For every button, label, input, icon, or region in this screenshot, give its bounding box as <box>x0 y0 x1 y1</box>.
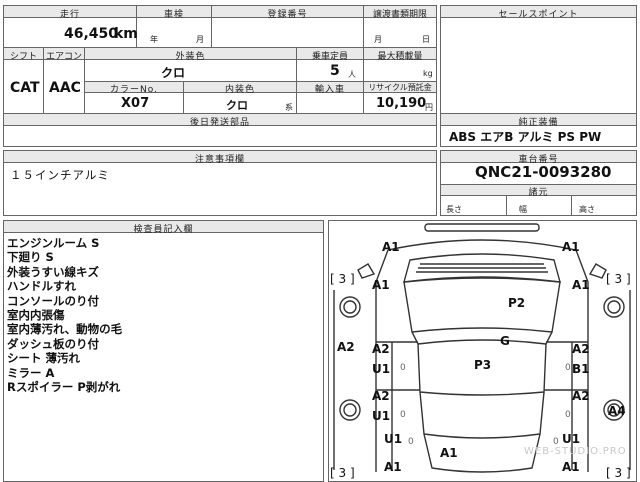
damage-mark: B1 <box>572 362 590 376</box>
damage-mark: A1 <box>382 240 400 254</box>
interior-value: クロ <box>226 99 248 112</box>
zero-mark: 0 <box>408 437 414 447</box>
maxload-label: 最大積載量 <box>377 52 423 62</box>
inspector-note-line: Rスポイラー P剥がれ <box>7 380 121 395</box>
capacity-value: 5 <box>330 63 340 79</box>
inspector-note-line: ミラー A <box>7 365 55 380</box>
damage-mark: U1 <box>372 409 391 423</box>
damage-mark: A4 <box>608 404 626 418</box>
damage-mark: [ 3 ] <box>606 466 631 480</box>
length-label: 長さ <box>446 205 462 214</box>
shift-label: シフト <box>9 52 37 62</box>
maxload-unit: kg <box>423 69 433 78</box>
inspection-month: 月 <box>196 35 204 44</box>
color-no-label: カラーNo. <box>110 85 158 95</box>
damage-mark: A2 <box>572 389 590 403</box>
notes-text: １５インチアルミ <box>10 168 110 182</box>
zero-mark: 0 <box>400 363 406 373</box>
inspection-label: 車検 <box>163 10 184 20</box>
import-label: 輸入車 <box>314 85 345 95</box>
recycle-unit: 円 <box>425 103 433 112</box>
transfer-deadline-label: 譲渡書類期限 <box>372 10 427 20</box>
interior-suffix: 系 <box>285 103 293 112</box>
equipment-label: 純正装備 <box>518 118 559 128</box>
damage-mark: U1 <box>384 432 403 446</box>
inspector-note-line: ダッシュ板のり付 <box>7 336 99 351</box>
recycle-value: 10,190 <box>376 96 427 111</box>
inspector-note-line: 室内内張傷 <box>7 308 65 323</box>
transfer-day: 日 <box>422 35 430 44</box>
mileage-label: 走行 <box>59 10 80 20</box>
inspector-note-line: 室内薄汚れ、動物の毛 <box>7 322 123 337</box>
aircon-label: エアコン <box>45 52 82 62</box>
capacity-label: 乗車定員 <box>311 52 348 62</box>
recycle-label: リサイクル預託金 <box>368 83 432 92</box>
inspector-note-line: コンソールのり付 <box>7 293 99 308</box>
mileage-value: 46,450 <box>64 26 119 42</box>
damage-mark: U1 <box>562 432 581 446</box>
damage-mark: A2 <box>572 342 590 356</box>
exterior-label: 外装色 <box>175 52 206 62</box>
inspector-note-line: 下廻り S <box>7 250 54 265</box>
dims-label: 諸元 <box>528 188 549 198</box>
inspector-note-line: シート 薄汚れ <box>7 351 81 366</box>
damage-mark: P3 <box>474 358 492 372</box>
damage-mark: G <box>500 334 510 348</box>
chassis-value: QNC21-0093280 <box>475 163 612 181</box>
aircon-value: AAC <box>49 80 81 96</box>
zero-mark: 0 <box>565 410 571 420</box>
damage-mark: A1 <box>562 240 580 254</box>
zero-mark: 0 <box>565 363 571 373</box>
inspector-note-line: ハンドルすれ <box>7 279 76 294</box>
transfer-month: 月 <box>374 35 382 44</box>
damage-mark: P2 <box>508 296 526 310</box>
damage-mark: [ 3 ] <box>330 466 355 480</box>
height-label: 高さ <box>579 205 595 214</box>
shift-value: CAT <box>10 80 40 96</box>
inspector-notes-list: エンジンルーム S 下廻り S 外装うすい線キズ ハンドルすれ コンソールのり付 室内内張… <box>7 236 122 394</box>
zero-mark: 0 <box>400 410 406 420</box>
inspector-note-line: エンジンルーム S <box>7 236 100 250</box>
inspector-label: 検査員記入欄 <box>133 225 194 235</box>
watermark: WEB-STUDIO.PRO <box>524 446 627 457</box>
interior-label: 内装色 <box>224 85 255 95</box>
damage-mark: [ 3 ] <box>330 272 355 286</box>
inspection-year: 年 <box>150 35 158 44</box>
damage-mark: A1 <box>372 278 390 292</box>
mileage-unit: km <box>114 26 138 42</box>
damage-mark: A1 <box>384 460 402 474</box>
registration-label: 登録番号 <box>267 10 308 20</box>
inspector-note-line: 外装うすい線キズ <box>7 264 99 279</box>
sales-point-box <box>440 5 637 114</box>
equipment-value: ABS エアB アルミ PS PW <box>449 130 602 144</box>
width-label: 幅 <box>519 205 527 214</box>
damage-mark: A2 <box>337 340 355 354</box>
later-docs-label: 後日発送部品 <box>189 118 250 128</box>
damage-mark: A1 <box>572 278 590 292</box>
damage-mark: A2 <box>372 389 390 403</box>
damage-mark: A1 <box>440 446 458 460</box>
damage-mark: [ 3 ] <box>606 272 631 286</box>
sales-point-label: セールスポイント <box>498 10 579 20</box>
notes-label: 注意事項欄 <box>194 155 245 165</box>
exterior-value: クロ <box>161 66 186 80</box>
capacity-unit: 人 <box>348 70 356 79</box>
damage-mark: A2 <box>372 342 390 356</box>
damage-mark: U1 <box>372 362 391 376</box>
damage-mark: A1 <box>562 460 580 474</box>
color-no-value: X07 <box>121 96 150 111</box>
